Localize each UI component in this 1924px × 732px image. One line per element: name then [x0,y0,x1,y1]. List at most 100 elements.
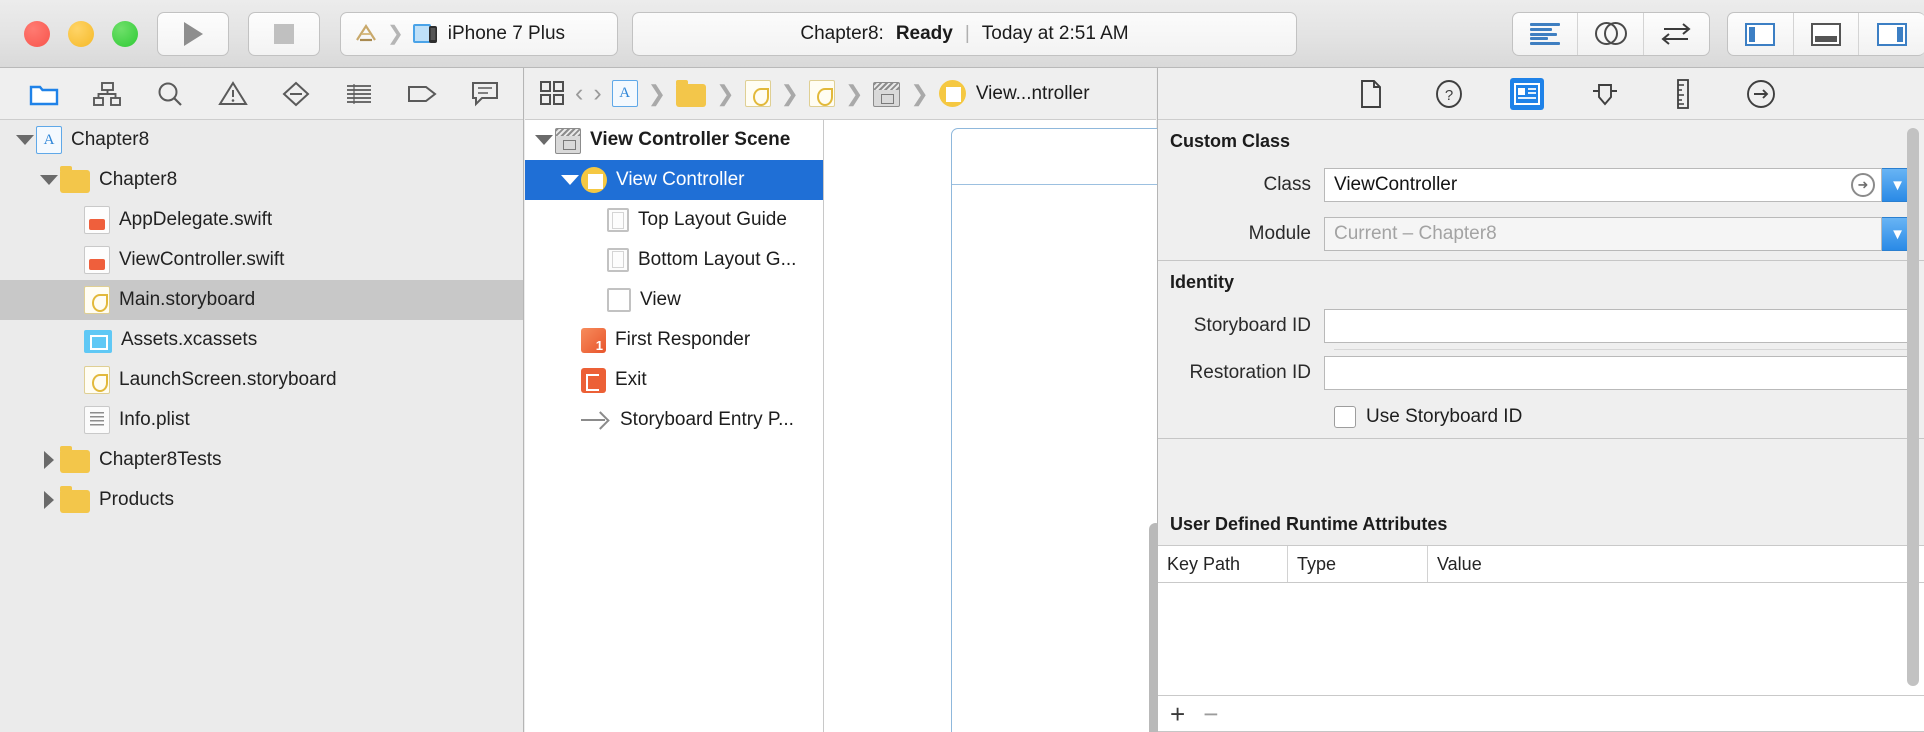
outline-row[interactable]: View Controller Scene [525,120,823,160]
left-panel-icon [1745,22,1776,46]
class-value: ViewController [1334,174,1458,195]
toggle-utilities-button[interactable] [1859,13,1924,55]
question-icon[interactable]: ? [1432,78,1466,110]
view-toggles-segmented-control [1727,12,1924,56]
warning-icon[interactable] [217,79,249,109]
file-row[interactable]: Info.plist [0,400,523,440]
column-value[interactable]: Value [1428,546,1924,582]
scheme-separator: ❯ [387,23,404,45]
storyboard-icon[interactable] [808,80,835,107]
toggle-debug-area-button[interactable] [1794,13,1860,55]
disclosure-triangle-icon[interactable] [559,175,581,185]
view-controller-icon[interactable] [938,80,966,107]
storyboard-icon[interactable] [744,80,771,107]
folder-icon[interactable] [28,79,60,109]
version-editor-button[interactable] [1644,13,1709,55]
scene-icon[interactable] [873,82,901,107]
status-bar[interactable]: Chapter8: Ready | Today at 2:51 AM [632,12,1297,56]
issue-icon[interactable] [280,79,312,109]
stop-button[interactable] [248,12,320,56]
use-storyboard-id-row[interactable]: Use Storyboard ID [1158,396,1924,438]
project-icon[interactable] [611,80,638,107]
document-outline[interactable]: View Controller Scene View Controller Top … [525,120,824,732]
column-key-path[interactable]: Key Path [1158,546,1288,582]
minimize-button[interactable] [68,21,94,47]
comment-icon[interactable] [469,79,501,109]
destination-label: iPhone 7 Plus [447,23,566,44]
view-icon [607,288,631,312]
file-row[interactable]: ViewController.swift [0,240,523,280]
file-row[interactable]: Main.storyboard [0,280,523,320]
storyboard-id-field[interactable] [1324,309,1914,343]
jump-to-definition-icon[interactable]: ➜ [1851,173,1875,197]
tag-icon[interactable] [406,79,438,109]
outline-label: Storyboard Entry P... [620,409,794,430]
class-field[interactable]: ViewController ➜ [1324,168,1882,202]
outline-row[interactable]: Top Layout Guide [525,200,823,240]
outline-row[interactable]: View Controller [525,160,823,200]
storyboard-canvas[interactable] [825,120,1196,732]
storyboard-icon [84,366,110,394]
jumpbar-back-button[interactable]: ‹ [575,81,583,106]
swift-icon [84,206,110,234]
document-icon[interactable] [1354,78,1388,110]
editor-mode-segmented-control [1512,12,1710,56]
outline-row[interactable]: Bottom Layout G... [525,240,823,280]
outline-row[interactable]: First Responder [525,320,823,360]
source-control-icon[interactable] [91,79,123,109]
disclosure-triangle-icon[interactable] [533,135,555,145]
file-row[interactable]: Products [0,480,523,520]
custom-class-section: Custom Class Class ViewController ➜ ▼ Mo… [1158,120,1924,261]
class-row: Class ViewController ➜ ▼ [1158,162,1924,208]
disclosure-triangle-icon[interactable] [14,135,36,145]
xcassets-icon [84,330,112,353]
zoom-button[interactable] [112,21,138,47]
file-row[interactable]: Chapter8 [0,160,523,200]
restoration-id-row: Restoration ID [1158,350,1924,396]
slider-icon[interactable] [1588,78,1622,110]
outline-label: Exit [615,369,647,390]
search-icon[interactable] [154,79,186,109]
standard-editor-button[interactable] [1513,13,1579,55]
outline-row[interactable]: Exit [525,360,823,400]
disclosure-triangle-icon[interactable] [38,491,60,509]
disclosure-triangle-icon[interactable] [38,175,60,185]
arrow-circle-icon[interactable] [1744,78,1778,110]
file-row[interactable]: AppDelegate.swift [0,200,523,240]
remove-attribute-button[interactable]: − [1203,701,1218,727]
outline-row[interactable]: View [525,280,823,320]
runtime-attributes-body[interactable] [1158,583,1924,695]
inspector-vertical-scrollbar[interactable] [1907,128,1919,686]
jumpbar-current-label[interactable]: View...ntroller [976,83,1090,105]
identity-icon[interactable] [1510,77,1544,110]
run-button[interactable] [157,12,229,56]
status-state: Ready [895,23,953,44]
outline-label: Top Layout Guide [638,209,787,230]
test-icon[interactable] [343,79,375,109]
file-row[interactable]: Assets.xcassets [0,320,523,360]
jumpbar-forward-button[interactable]: › [593,81,601,106]
folder-icon[interactable] [676,79,707,107]
stop-icon [274,24,294,44]
file-row[interactable]: LaunchScreen.storyboard [0,360,523,400]
related-items-icon[interactable] [539,80,565,107]
close-button[interactable] [24,21,50,47]
restoration-id-field[interactable] [1324,356,1914,390]
disclosure-triangle-icon[interactable] [38,451,60,469]
module-field[interactable]: Current – Chapter8 [1324,217,1882,251]
column-type[interactable]: Type [1288,546,1428,582]
module-placeholder: Current – Chapter8 [1334,223,1497,244]
outline-row[interactable]: Storyboard Entry P... [525,400,823,440]
assistant-editor-button[interactable] [1578,13,1644,55]
file-label: Assets.xcassets [121,329,258,350]
file-row[interactable]: Chapter8Tests [0,440,523,480]
add-attribute-button[interactable]: + [1170,701,1185,727]
toggle-navigator-button[interactable] [1728,13,1794,55]
file-row[interactable]: Chapter8 [0,120,523,160]
class-label: Class [1263,174,1311,195]
ruler-icon[interactable] [1666,78,1700,110]
bottom-panel-icon [1811,22,1841,46]
use-storyboard-id-checkbox[interactable] [1334,406,1356,428]
scheme-destination-button[interactable]: ❯ iPhone 7 Plus [340,12,618,56]
project-file-tree[interactable]: Chapter8 Chapter8 AppDelegate.swift ViewCon… [0,120,523,732]
